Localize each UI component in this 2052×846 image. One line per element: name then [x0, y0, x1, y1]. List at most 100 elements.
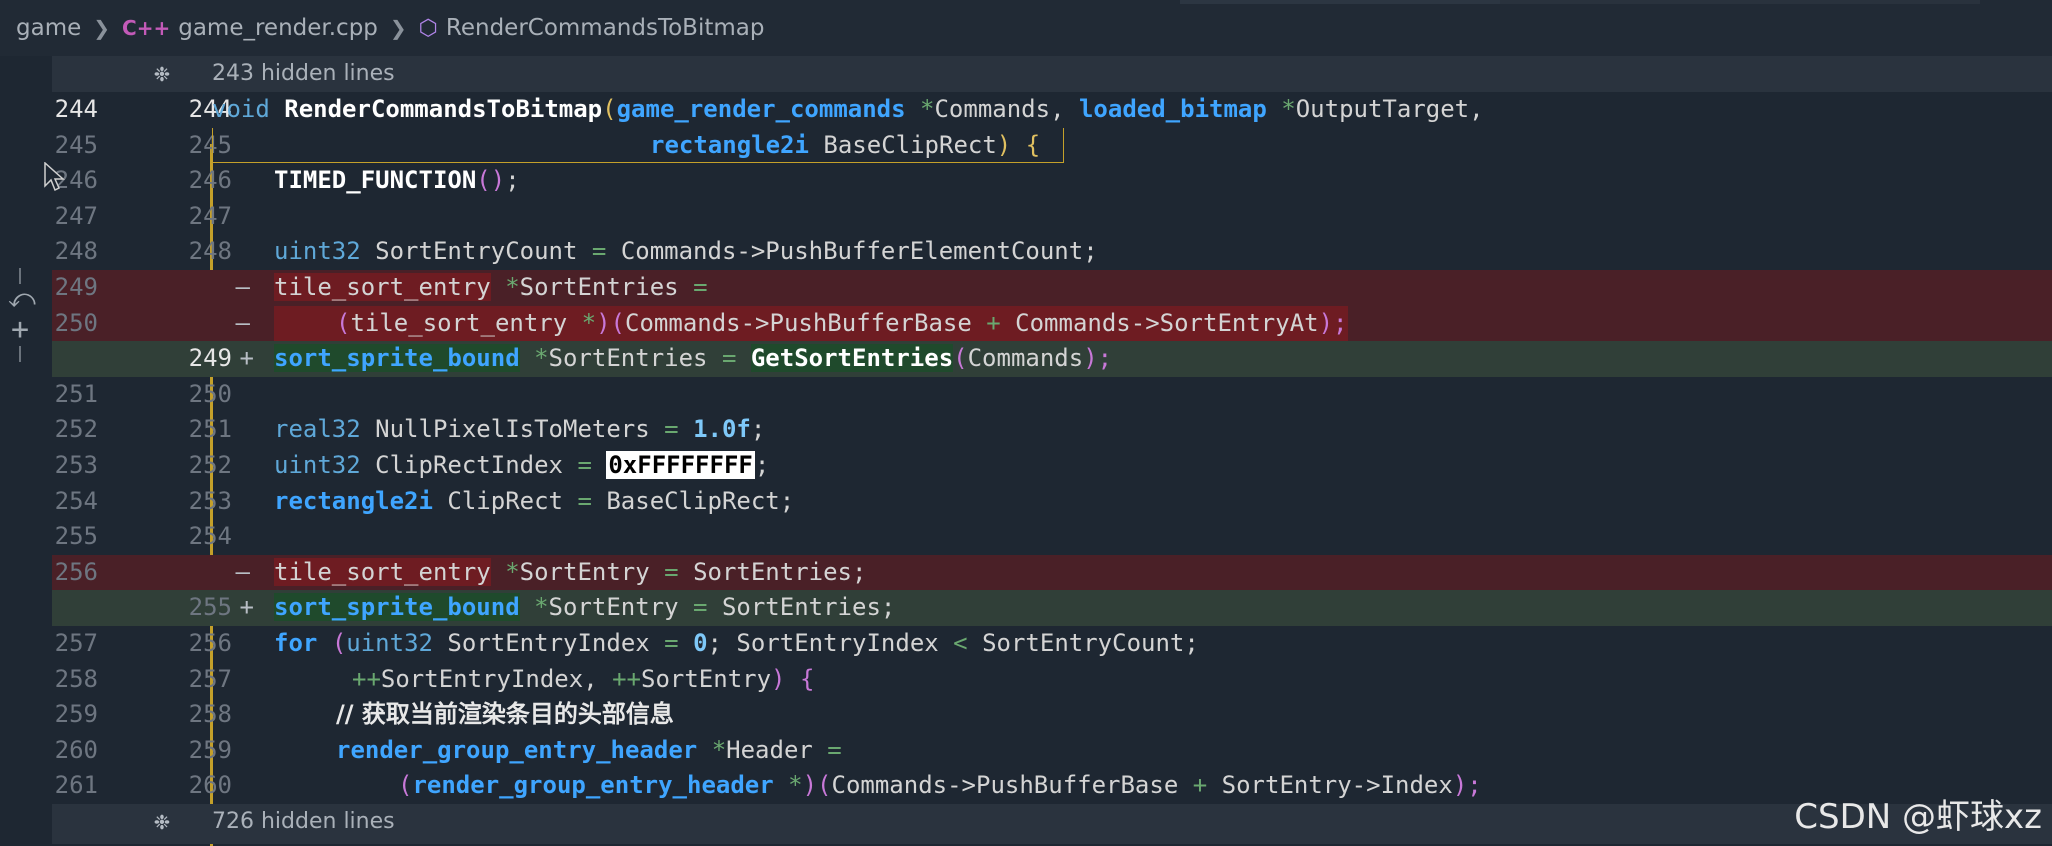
token: uint32 [274, 451, 361, 479]
token: ; [750, 415, 766, 444]
diff-actions: ⤺ + [8, 268, 36, 362]
token: ; [754, 451, 770, 479]
code-text: TIMED_FUNCTION(); [274, 163, 520, 199]
new-line-number: 252 [188, 451, 232, 479]
hidden-lines-fold-bottom[interactable]: ❉ 726 hidden lines [52, 804, 2052, 844]
old-line-number: 255 [54, 522, 98, 551]
added-line[interactable]: 255 + sort_sprite_bound *SortEntry = Sor… [52, 590, 2052, 626]
hidden-lines-label: 243 hidden lines [212, 61, 395, 86]
unfold-icon[interactable]: ❉ [142, 56, 182, 92]
hidden-lines-fold-top[interactable]: ❉ 243 hidden lines [52, 56, 2052, 92]
old-line-number: 256 [54, 557, 98, 586]
deleted-line[interactable]: 249 — tile_sort_entry *SortEntries = [52, 270, 2052, 306]
token: = [591, 237, 607, 266]
old-line-number: 254 [54, 486, 98, 515]
watermark: CSDN @虾球xz [1794, 797, 2042, 837]
old-line-number: 247 [54, 201, 98, 230]
tab-strip-indicator [1180, 0, 1500, 4]
token: Header [726, 735, 813, 764]
token: = [664, 415, 679, 444]
token: ); [1318, 308, 1348, 337]
tab-strip-indicator [1500, 0, 1980, 4]
code-comment: // 获取当前渲染条目的头部信息 [336, 700, 674, 729]
token: * [711, 735, 727, 764]
token: render_group_entry_header [412, 771, 774, 800]
code-line[interactable]: 257 256 for (uint32 SortEntryIndex = 0; … [52, 626, 2052, 662]
code-line[interactable]: 258 257 ++SortEntryIndex, ++SortEntry) { [52, 662, 2052, 698]
breadcrumb: game ❯ C++ game_render.cpp ❯ ⬡ RenderCom… [0, 0, 2052, 56]
token: render_group_entry_header [336, 735, 698, 764]
token: = [577, 451, 592, 479]
new-line-number: 246 [188, 166, 232, 195]
chevron-right-icon: ❯ [389, 16, 407, 40]
unfold-icon[interactable]: ❉ [142, 804, 182, 840]
token: * [534, 344, 549, 373]
added-marker: + [239, 344, 254, 373]
old-line-number: 251 [54, 379, 98, 408]
deleted-line[interactable]: 250 — (tile_sort_entry *)(Commands->Push… [52, 305, 2052, 342]
code-line[interactable]: 252 251 real32 NullPixelIsToMeters = 1.0… [52, 412, 2052, 448]
token: tile_sort_entry [350, 308, 568, 337]
old-line-number: 260 [54, 735, 98, 764]
code-line[interactable]: 260 259 render_group_entry_header *Heade… [52, 733, 2052, 769]
token: ( [602, 95, 617, 123]
token: * [788, 771, 803, 800]
token: ); [1083, 344, 1113, 373]
search-highlight: 0xFFFFFFFF [606, 451, 755, 479]
code-line[interactable]: 251 250 [52, 377, 2052, 413]
token: )( [596, 308, 626, 337]
token: sort_sprite_bound [274, 593, 520, 622]
added-line[interactable]: 249 + sort_sprite_bound *SortEntries = G… [52, 341, 2052, 377]
old-line-number: 259 [54, 700, 98, 729]
token: ( [953, 344, 968, 373]
token: ClipRectIndex [375, 451, 563, 479]
code-line[interactable]: 246 246 TIMED_FUNCTION(); [52, 163, 2052, 199]
added-marker: + [239, 593, 254, 622]
code-line[interactable]: 254 253 rectangle2i ClipRect = BaseClipR… [52, 484, 2052, 520]
token: ; SortEntryIndex [707, 629, 939, 657]
code-text: render_group_entry_header *Header = [336, 733, 842, 769]
token: SortEntry->Index [1221, 771, 1453, 800]
revert-icon[interactable]: ⤺ [8, 284, 36, 314]
token: Commands->SortEntryAt [1015, 308, 1319, 337]
token: = [693, 593, 708, 622]
code-text: tile_sort_entry *SortEntry = SortEntries… [274, 555, 866, 591]
code-line[interactable]: 259 258 // 获取当前渲染条目的头部信息 [52, 697, 2052, 733]
code-line[interactable]: 253 252 uint32 ClipRectIndex = 0xFFFFFFF… [52, 448, 2052, 484]
plus-icon[interactable]: + [8, 314, 32, 346]
code-line[interactable]: 261 260 (render_group_entry_header *)(Co… [52, 768, 2052, 804]
breadcrumb-file[interactable]: game_render.cpp [178, 15, 378, 41]
old-line-number: 257 [54, 629, 98, 657]
code-line[interactable]: 248 248 uint32 SortEntryCount = Commands… [52, 234, 2052, 270]
code-line[interactable]: 255 254 [52, 519, 2052, 555]
new-line-number: 247 [188, 201, 232, 230]
code-line[interactable]: 244 244 void RenderCommandsToBitmap(game… [52, 92, 2052, 128]
deleted-line[interactable]: 256 — tile_sort_entry *SortEntry = SortE… [52, 554, 2052, 591]
token: )( [802, 771, 832, 800]
token: * [581, 308, 597, 337]
removed-marker: — [235, 308, 250, 337]
old-line-number: 253 [54, 451, 98, 479]
breadcrumb-symbol[interactable]: RenderCommandsToBitmap [446, 15, 765, 41]
chevron-right-icon: ❯ [93, 16, 111, 40]
token: = [664, 557, 679, 586]
token: ( [331, 629, 347, 657]
token: ++ [352, 664, 381, 693]
token: * [1281, 95, 1296, 123]
old-line-number: 248 [54, 237, 98, 266]
token: Commands, [934, 95, 1079, 123]
code-text: real32 NullPixelIsToMeters = 1.0f; [274, 412, 765, 448]
diff-editor[interactable]: ❉ 243 hidden lines 244 244 void RenderCo… [0, 56, 2052, 846]
new-line-number: 250 [188, 379, 232, 408]
token: Commands->PushBufferBase [831, 771, 1179, 800]
new-line-number: 251 [188, 415, 232, 444]
token: Commands->PushBufferElementCount; [620, 237, 1098, 266]
breadcrumb-folder[interactable]: game [16, 15, 81, 41]
new-line-number: 248 [188, 237, 232, 266]
token: sort_sprite_bound [274, 344, 520, 373]
token: loaded_bitmap [1078, 95, 1267, 123]
token: SortEntryIndex, [380, 664, 613, 693]
token: rectangle2i [274, 486, 433, 515]
code-text: void RenderCommandsToBitmap(game_render_… [212, 92, 1484, 128]
code-line[interactable]: 247 247 [52, 199, 2052, 235]
